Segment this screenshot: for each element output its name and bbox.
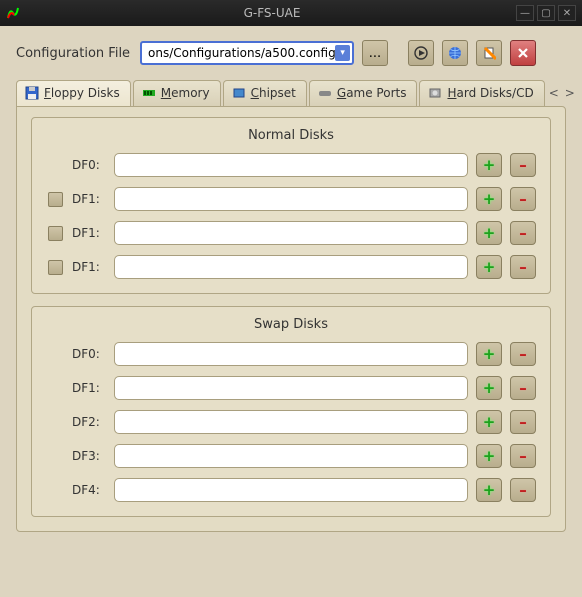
disk-row: DF3: + – [46,444,536,468]
disk-label: DF0: [72,347,106,361]
titlebar: G-FS-UAE — ▢ ✕ [0,0,582,26]
remove-disk-button[interactable]: – [510,444,536,468]
config-input[interactable] [148,46,335,60]
hdd-icon [428,86,442,100]
tabstrip: Floppy Disks Memory Chipset Game Ports H… [16,80,566,106]
normal-disks-title: Normal Disks [46,128,536,143]
maximize-button[interactable]: ▢ [537,5,555,21]
enable-df1-checkbox[interactable] [48,226,63,241]
tab-hard-disks[interactable]: Hard Disks/CD [419,80,544,106]
edit-button[interactable] [476,40,502,66]
floppy-panel: Normal Disks DF0: + – DF1: + – DF1: + [16,106,566,532]
globe-button[interactable] [442,40,468,66]
tab-memory[interactable]: Memory [133,80,221,106]
swap-disks-section: Swap Disks DF0: + – DF1: + – DF2: + – [31,306,551,517]
remove-disk-button[interactable]: – [510,221,536,245]
window-title: G-FS-UAE [28,6,516,20]
remove-disk-button[interactable]: – [510,153,536,177]
disk-input-df1[interactable] [114,187,468,211]
chipset-icon [232,86,246,100]
disk-row: DF1: + – [46,221,536,245]
play-button[interactable] [408,40,434,66]
config-label: Configuration File [16,46,132,61]
gamepad-icon [318,86,332,100]
tab-floppy-disks[interactable]: Floppy Disks [16,80,131,106]
config-combo[interactable]: ▾ [140,41,354,65]
swap-input-df1[interactable] [114,376,468,400]
remove-disk-button[interactable]: – [510,478,536,502]
tab-chipset[interactable]: Chipset [223,80,307,106]
add-disk-button[interactable]: + [476,410,502,434]
add-disk-button[interactable]: + [476,478,502,502]
app-icon [6,6,20,20]
add-disk-button[interactable]: + [476,221,502,245]
disk-label: DF4: [72,483,106,497]
remove-disk-button[interactable]: – [510,187,536,211]
disk-row: DF1: + – [46,187,536,211]
add-disk-button[interactable]: + [476,187,502,211]
swap-input-df0[interactable] [114,342,468,366]
add-disk-button[interactable]: + [476,444,502,468]
add-disk-button[interactable]: + [476,153,502,177]
config-row: Configuration File ▾ ... [16,40,566,66]
disk-label: DF1: [72,226,106,240]
normal-disks-section: Normal Disks DF0: + – DF1: + – DF1: + [31,117,551,294]
swap-input-df2[interactable] [114,410,468,434]
remove-disk-button[interactable]: – [510,255,536,279]
disk-input-df1c[interactable] [114,255,468,279]
add-disk-button[interactable]: + [476,255,502,279]
disk-row: DF0: + – [46,342,536,366]
close-window-button[interactable]: ✕ [558,5,576,21]
minimize-button[interactable]: — [516,5,534,21]
swap-disks-title: Swap Disks [46,317,536,332]
disk-row: DF1: + – [46,255,536,279]
tab-game-ports[interactable]: Game Ports [309,80,418,106]
disk-input-df0[interactable] [114,153,468,177]
disk-row: DF2: + – [46,410,536,434]
swap-input-df3[interactable] [114,444,468,468]
browse-button[interactable]: ... [362,40,388,66]
disk-label: DF0: [72,158,106,172]
swap-input-df4[interactable] [114,478,468,502]
remove-disk-button[interactable]: – [510,410,536,434]
disk-row: DF0: + – [46,153,536,177]
enable-df1-checkbox[interactable] [48,192,63,207]
app-body: Configuration File ▾ ... Floppy Disks Me… [0,26,582,597]
close-button[interactable] [510,40,536,66]
floppy-icon [25,86,39,100]
disk-label: DF1: [72,260,106,274]
add-disk-button[interactable]: + [476,376,502,400]
tabs-left-button[interactable]: < [547,82,561,104]
disk-label: DF1: [72,192,106,206]
add-disk-button[interactable]: + [476,342,502,366]
disk-label: DF3: [72,449,106,463]
disk-label: DF2: [72,415,106,429]
disk-row: DF4: + – [46,478,536,502]
tabs-right-button[interactable]: > [563,82,577,104]
disk-row: DF1: + – [46,376,536,400]
disk-label: DF1: [72,381,106,395]
remove-disk-button[interactable]: – [510,376,536,400]
memory-icon [142,86,156,100]
enable-df1-checkbox[interactable] [48,260,63,275]
remove-disk-button[interactable]: – [510,342,536,366]
disk-input-df1b[interactable] [114,221,468,245]
chevron-down-icon[interactable]: ▾ [335,45,350,61]
